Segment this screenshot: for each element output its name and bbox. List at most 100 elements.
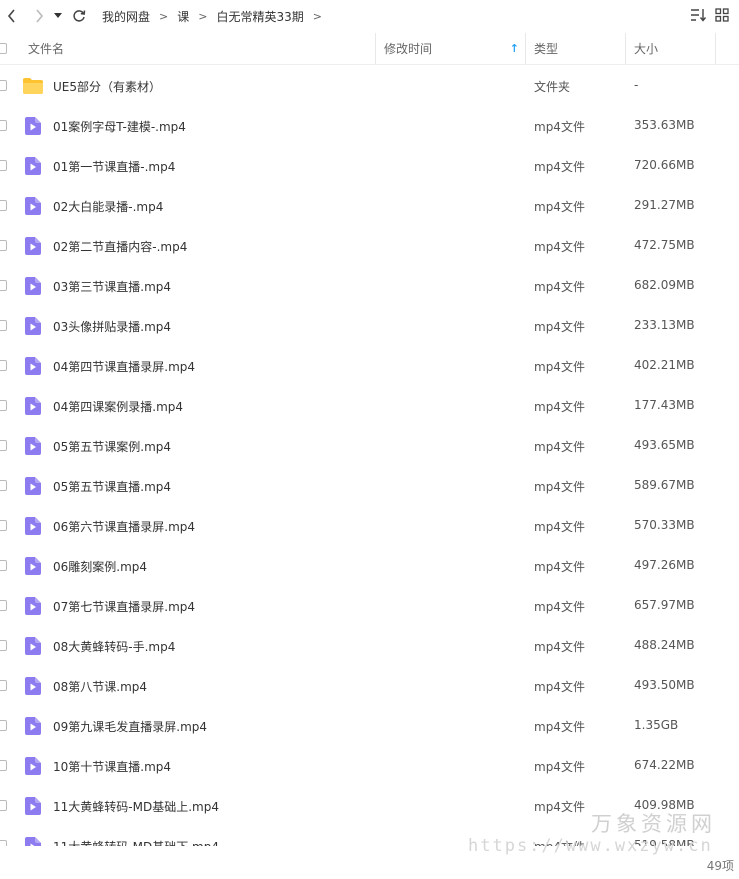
- column-header-type[interactable]: 类型: [527, 33, 626, 64]
- row-checkbox[interactable]: [0, 800, 7, 811]
- file-name[interactable]: 06雕刻案例.mp4: [53, 558, 147, 575]
- file-size: 674.22MB: [634, 758, 695, 772]
- file-name[interactable]: 05第五节课直播.mp4: [53, 478, 171, 495]
- forward-button[interactable]: [28, 5, 50, 27]
- breadcrumb-separator-icon: >: [159, 9, 169, 23]
- file-type: 文件夹: [534, 80, 571, 94]
- file-name[interactable]: 02大白能录播-.mp4: [53, 198, 163, 215]
- row-checkbox[interactable]: [0, 680, 7, 691]
- file-name[interactable]: 09第九课毛发直播录屏.mp4: [53, 718, 207, 735]
- row-checkbox[interactable]: [0, 520, 7, 531]
- breadcrumb-item-root[interactable]: 我的网盘: [102, 8, 150, 25]
- file-name[interactable]: 04第四节课直播录屏.mp4: [53, 358, 195, 375]
- video-file-icon: [25, 677, 41, 695]
- row-checkbox[interactable]: [0, 640, 7, 651]
- file-row[interactable]: 11大黄蜂转码-MD基础上.mp4 mp4文件 409.98MB: [0, 786, 739, 826]
- file-name[interactable]: 08第八节课.mp4: [53, 678, 147, 695]
- grid-view-icon: [715, 8, 729, 22]
- file-name[interactable]: 10第十节课直播.mp4: [53, 758, 171, 775]
- video-file-icon: [25, 157, 41, 175]
- video-file-icon: [25, 717, 41, 735]
- file-size: 657.97MB: [634, 598, 695, 612]
- file-row[interactable]: UE5部分（有素材） 文件夹 -: [0, 66, 739, 106]
- breadcrumb-item-course[interactable]: 课: [177, 8, 189, 25]
- file-size: 472.75MB: [634, 238, 695, 252]
- column-header-name-label: 文件名: [28, 42, 65, 56]
- file-name[interactable]: 02第二节直播内容-.mp4: [53, 238, 187, 255]
- column-header-name[interactable]: 文件名: [0, 33, 376, 64]
- video-file-icon: [25, 277, 41, 295]
- column-header-modified[interactable]: 修改时间 ↑: [377, 33, 526, 64]
- file-name[interactable]: 04第四课案例录播.mp4: [53, 398, 183, 415]
- video-file-icon: [25, 517, 41, 535]
- folder-icon: [23, 78, 43, 94]
- file-type: mp4文件: [534, 720, 585, 734]
- file-name[interactable]: 01案例字母T-建模-.mp4: [53, 118, 186, 135]
- file-list-header: 文件名 修改时间 ↑ 类型 大小: [0, 33, 739, 65]
- file-row[interactable]: 08大黄蜂转码-手.mp4 mp4文件 488.24MB: [0, 626, 739, 666]
- view-mode-button[interactable]: [713, 6, 731, 24]
- row-checkbox[interactable]: [0, 720, 7, 731]
- file-row[interactable]: 10第十节课直播.mp4 mp4文件 674.22MB: [0, 746, 739, 786]
- file-row[interactable]: 09第九课毛发直播录屏.mp4 mp4文件 1.35GB: [0, 706, 739, 746]
- file-name[interactable]: 03第三节课直播.mp4: [53, 278, 171, 295]
- file-row[interactable]: 03头像拼贴录播.mp4 mp4文件 233.13MB: [0, 306, 739, 346]
- breadcrumb-separator-icon: >: [312, 9, 322, 23]
- row-checkbox[interactable]: [0, 560, 7, 571]
- file-name[interactable]: 11大黄蜂转码-MD基础上.mp4: [53, 798, 219, 815]
- file-row[interactable]: 02大白能录播-.mp4 mp4文件 291.27MB: [0, 186, 739, 226]
- video-file-icon: [25, 477, 41, 495]
- file-type: mp4文件: [534, 760, 585, 774]
- file-row[interactable]: 05第五节课案例.mp4 mp4文件 493.65MB: [0, 426, 739, 466]
- back-button[interactable]: [1, 5, 23, 27]
- sort-button[interactable]: [689, 6, 707, 24]
- row-checkbox[interactable]: [0, 480, 7, 491]
- video-file-icon: [25, 437, 41, 455]
- file-name[interactable]: UE5部分（有素材）: [53, 78, 161, 95]
- file-type: mp4文件: [534, 360, 585, 374]
- file-row[interactable]: 02第二节直播内容-.mp4 mp4文件 472.75MB: [0, 226, 739, 266]
- file-name[interactable]: 05第五节课案例.mp4: [53, 438, 171, 455]
- file-name[interactable]: 11大黄蜂转码-MD基础下.mp4: [53, 838, 219, 846]
- row-checkbox[interactable]: [0, 240, 7, 251]
- chevron-left-icon: [7, 9, 15, 23]
- column-header-size[interactable]: 大小: [627, 33, 716, 64]
- file-type: mp4文件: [534, 240, 585, 254]
- row-checkbox[interactable]: [0, 320, 7, 331]
- file-row[interactable]: 04第四课案例录播.mp4 mp4文件 177.43MB: [0, 386, 739, 426]
- sort-ascending-icon: ↑: [509, 42, 519, 55]
- file-name[interactable]: 07第七节课直播录屏.mp4: [53, 598, 195, 615]
- row-checkbox[interactable]: [0, 600, 7, 611]
- breadcrumb-item-current[interactable]: 白无常精英33期: [216, 8, 303, 25]
- row-checkbox[interactable]: [0, 160, 7, 171]
- file-name[interactable]: 03头像拼贴录播.mp4: [53, 318, 171, 335]
- file-type: mp4文件: [534, 440, 585, 454]
- file-row[interactable]: 11大黄蜂转码-MD基础下.mp4 mp4文件 519.58MB: [0, 826, 739, 846]
- row-checkbox[interactable]: [0, 440, 7, 451]
- file-row[interactable]: 05第五节课直播.mp4 mp4文件 589.67MB: [0, 466, 739, 506]
- file-row[interactable]: 06雕刻案例.mp4 mp4文件 497.26MB: [0, 546, 739, 586]
- file-type: mp4文件: [534, 800, 585, 814]
- file-row[interactable]: 01第一节课直播-.mp4 mp4文件 720.66MB: [0, 146, 739, 186]
- refresh-button[interactable]: [68, 5, 90, 27]
- file-name[interactable]: 01第一节课直播-.mp4: [53, 158, 175, 175]
- row-checkbox[interactable]: [0, 400, 7, 411]
- file-row[interactable]: 07第七节课直播录屏.mp4 mp4文件 657.97MB: [0, 586, 739, 626]
- file-row[interactable]: 04第四节课直播录屏.mp4 mp4文件 402.21MB: [0, 346, 739, 386]
- history-dropdown-button[interactable]: [51, 5, 65, 27]
- file-size: 570.33MB: [634, 518, 695, 532]
- row-checkbox[interactable]: [0, 200, 7, 211]
- row-checkbox[interactable]: [0, 360, 7, 371]
- file-name[interactable]: 06第六节课直播录屏.mp4: [53, 518, 195, 535]
- row-checkbox[interactable]: [0, 760, 7, 771]
- file-row[interactable]: 01案例字母T-建模-.mp4 mp4文件 353.63MB: [0, 106, 739, 146]
- refresh-icon: [73, 10, 86, 22]
- file-name[interactable]: 08大黄蜂转码-手.mp4: [53, 638, 175, 655]
- row-checkbox[interactable]: [0, 280, 7, 291]
- row-checkbox[interactable]: [0, 120, 7, 131]
- file-row[interactable]: 08第八节课.mp4 mp4文件 493.50MB: [0, 666, 739, 706]
- file-row[interactable]: 03第三节课直播.mp4 mp4文件 682.09MB: [0, 266, 739, 306]
- row-checkbox[interactable]: [0, 80, 7, 91]
- video-file-icon: [25, 117, 41, 135]
- file-row[interactable]: 06第六节课直播录屏.mp4 mp4文件 570.33MB: [0, 506, 739, 546]
